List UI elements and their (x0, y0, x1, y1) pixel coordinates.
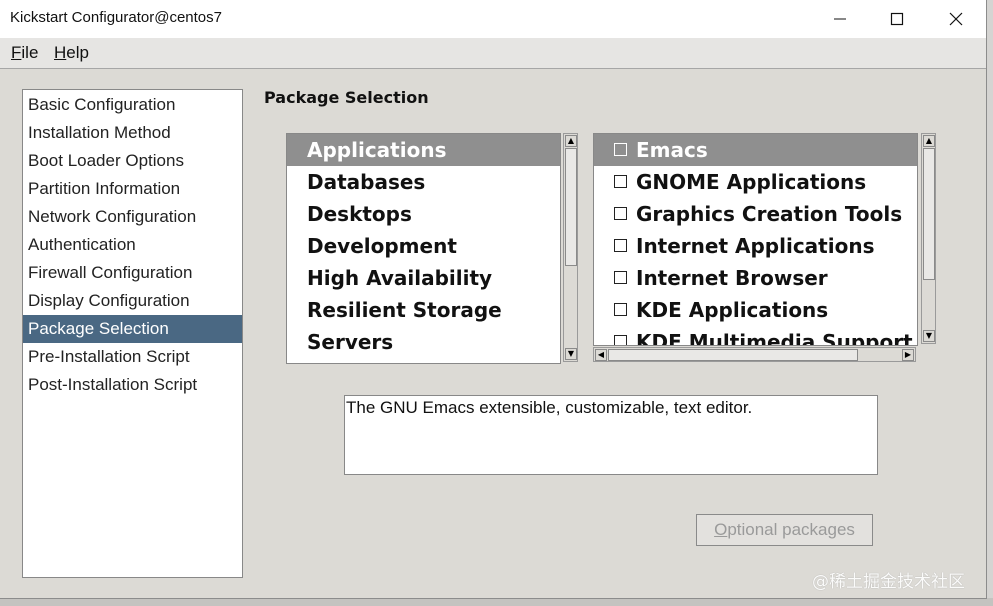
checkbox-kde-multimedia-support[interactable] (614, 335, 627, 345)
package-label: Graphics Creation Tools (636, 202, 903, 226)
package-label: Emacs (636, 138, 708, 162)
minimize-button[interactable] (818, 6, 862, 32)
checkbox-emacs[interactable] (614, 143, 627, 156)
sidebar-item-authentication[interactable]: Authentication (23, 231, 242, 259)
sidebar-item-network-configuration[interactable]: Network Configuration (23, 203, 242, 231)
menu-bar: File Help (0, 38, 986, 69)
scroll-left-icon[interactable]: ◀ (595, 349, 607, 361)
package-label: Internet Applications (636, 234, 875, 258)
sidebar-item-display-configuration[interactable]: Display Configuration (23, 287, 242, 315)
sidebar-item-pre-installation-script[interactable]: Pre-Installation Script (23, 343, 242, 371)
menu-help-mnemonic: H (54, 43, 67, 62)
package-list-vscrollbar[interactable]: ▲ ▼ (921, 133, 936, 344)
close-icon (949, 12, 963, 26)
scroll-right-icon[interactable]: ▶ (902, 349, 914, 361)
package-list[interactable]: Emacs GNOME Applications Graphics Creati… (593, 133, 918, 346)
scroll-up-icon[interactable]: ▲ (565, 135, 577, 147)
scroll-thumb[interactable] (608, 349, 858, 361)
list-item-databases[interactable]: Databases (287, 166, 560, 198)
sidebar-item-post-installation-script[interactable]: Post-Installation Script (23, 371, 242, 399)
window-title: Kickstart Configurator@centos7 (10, 9, 222, 26)
sidebar-nav: Basic Configuration Installation Method … (22, 89, 243, 578)
sidebar-item-partition-information[interactable]: Partition Information (23, 175, 242, 203)
package-group-list[interactable]: Applications Databases Desktops Developm… (286, 133, 561, 364)
list-item-emacs[interactable]: Emacs (594, 134, 917, 166)
scroll-down-icon[interactable]: ▼ (565, 348, 577, 360)
menu-file-label: ile (21, 43, 39, 62)
app-window: Kickstart Configurator@centos7 File Help… (0, 0, 987, 599)
section-title: Package Selection (264, 88, 429, 107)
checkbox-internet-browser[interactable] (614, 271, 627, 284)
list-item-gnome-applications[interactable]: GNOME Applications (594, 166, 917, 198)
group-list-scrollbar[interactable]: ▲ ▼ (563, 133, 578, 362)
list-item-high-availability[interactable]: High Availability (287, 262, 560, 294)
title-bar: Kickstart Configurator@centos7 (0, 0, 986, 38)
sidebar-item-boot-loader-options[interactable]: Boot Loader Options (23, 147, 242, 175)
maximize-icon (890, 12, 904, 26)
list-item-internet-applications[interactable]: Internet Applications (594, 230, 917, 262)
list-item-kde-multimedia-support[interactable]: KDE Multimedia Support (594, 326, 917, 346)
scroll-down-icon[interactable]: ▼ (923, 330, 935, 342)
list-item-kde-applications[interactable]: KDE Applications (594, 294, 917, 326)
maximize-button[interactable] (875, 6, 919, 32)
package-label: Internet Browser (636, 266, 828, 290)
list-item-graphics-creation-tools[interactable]: Graphics Creation Tools (594, 198, 917, 230)
optional-packages-button[interactable]: Optional packages (696, 514, 873, 546)
background-strip (0, 598, 993, 606)
list-item-servers[interactable]: Servers (287, 326, 560, 358)
sidebar-item-basic-configuration[interactable]: Basic Configuration (23, 91, 242, 119)
watermark: @稀土掘金技术社区 (812, 572, 965, 592)
checkbox-internet-applications[interactable] (614, 239, 627, 252)
menu-file-mnemonic: F (11, 43, 22, 62)
list-item-internet-browser[interactable]: Internet Browser (594, 262, 917, 294)
checkbox-gnome-applications[interactable] (614, 175, 627, 188)
sidebar-item-installation-method[interactable]: Installation Method (23, 119, 242, 147)
close-button[interactable] (934, 6, 978, 32)
scroll-thumb[interactable] (923, 148, 935, 280)
package-label: KDE Applications (636, 298, 829, 322)
list-item-development[interactable]: Development (287, 230, 560, 262)
checkbox-graphics-creation-tools[interactable] (614, 207, 627, 220)
package-label: KDE Multimedia Support (636, 330, 913, 346)
list-item-desktops[interactable]: Desktops (287, 198, 560, 230)
minimize-icon (834, 18, 846, 20)
menu-help-label: elp (66, 43, 89, 62)
menu-file[interactable]: File (11, 43, 38, 63)
list-item-applications[interactable]: Applications (287, 134, 560, 166)
menu-help[interactable]: Help (54, 43, 89, 63)
package-description: The GNU Emacs extensible, customizable, … (344, 395, 878, 475)
package-list-hscrollbar[interactable]: ◀ ▶ (593, 347, 916, 362)
checkbox-kde-applications[interactable] (614, 303, 627, 316)
optional-packages-mnemonic: O (714, 520, 728, 539)
list-item-resilient-storage[interactable]: Resilient Storage (287, 294, 560, 326)
scroll-up-icon[interactable]: ▲ (923, 135, 935, 147)
sidebar-item-firewall-configuration[interactable]: Firewall Configuration (23, 259, 242, 287)
optional-packages-label: ptional packages (727, 520, 855, 539)
package-label: GNOME Applications (636, 170, 867, 194)
sidebar-item-package-selection[interactable]: Package Selection (23, 315, 242, 343)
scroll-thumb[interactable] (565, 148, 577, 266)
